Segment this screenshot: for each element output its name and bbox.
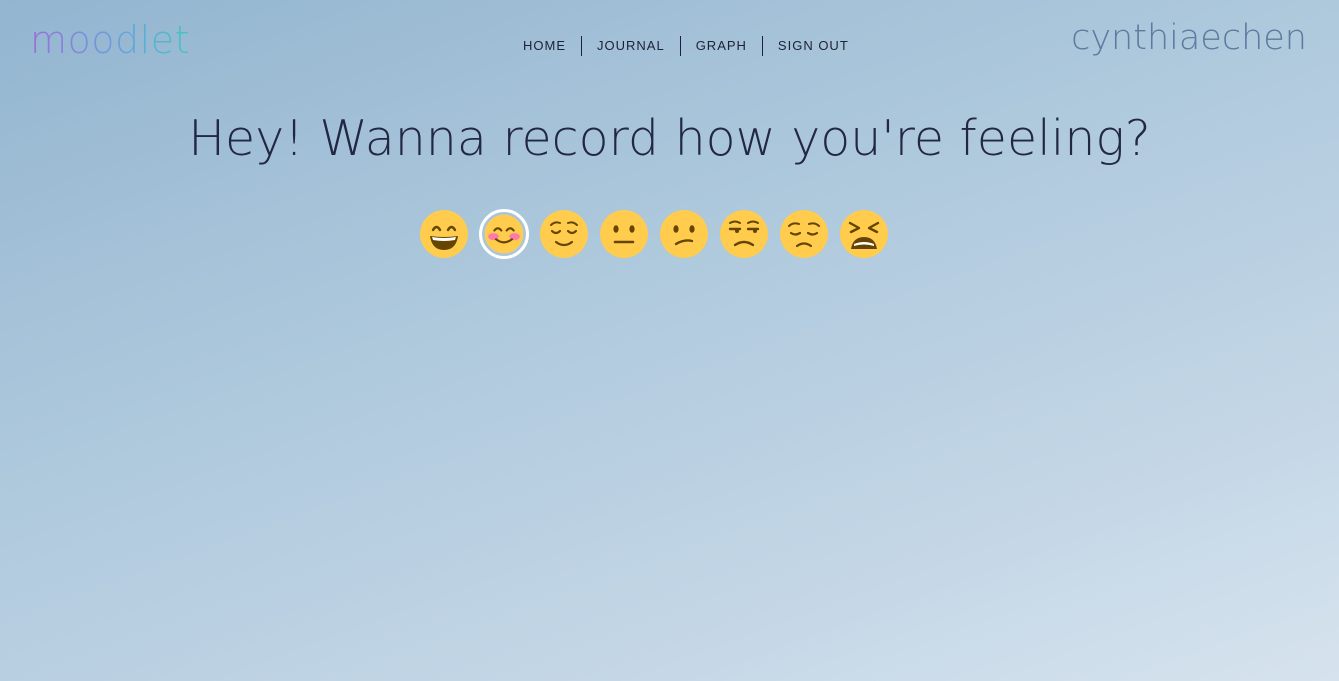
- nav-sign-out[interactable]: SIGN OUT: [761, 36, 864, 56]
- mood-option-grinning[interactable]: [414, 206, 474, 262]
- page-title: Hey! Wanna record how you're feeling?: [188, 110, 1151, 167]
- tired-face-icon: [839, 209, 889, 259]
- mood-option-unamused[interactable]: [714, 206, 774, 262]
- relieved-face-icon: [539, 209, 589, 259]
- main-nav: HOME JOURNAL GRAPH SIGN OUT: [508, 36, 864, 56]
- mood-selector: [414, 206, 894, 262]
- confused-face-icon: [659, 209, 709, 259]
- unamused-face-icon: [719, 209, 769, 259]
- mood-option-pensive[interactable]: [774, 206, 834, 262]
- mood-option-tired[interactable]: [834, 206, 894, 262]
- nav-graph[interactable]: GRAPH: [679, 36, 762, 56]
- username: cynthiaechen: [1071, 18, 1307, 58]
- logo[interactable]: moodlet: [30, 14, 190, 66]
- mood-option-relieved[interactable]: [534, 206, 594, 262]
- mood-option-neutral[interactable]: [594, 206, 654, 262]
- pensive-face-icon: [779, 209, 829, 259]
- mood-option-blush[interactable]: [474, 206, 534, 262]
- nav-journal[interactable]: JOURNAL: [581, 36, 680, 56]
- nav-home[interactable]: HOME: [508, 36, 581, 56]
- smiling-blushing-face-icon: [479, 209, 529, 259]
- neutral-face-icon: [599, 209, 649, 259]
- mood-option-confused[interactable]: [654, 206, 714, 262]
- grinning-face-icon: [419, 209, 469, 259]
